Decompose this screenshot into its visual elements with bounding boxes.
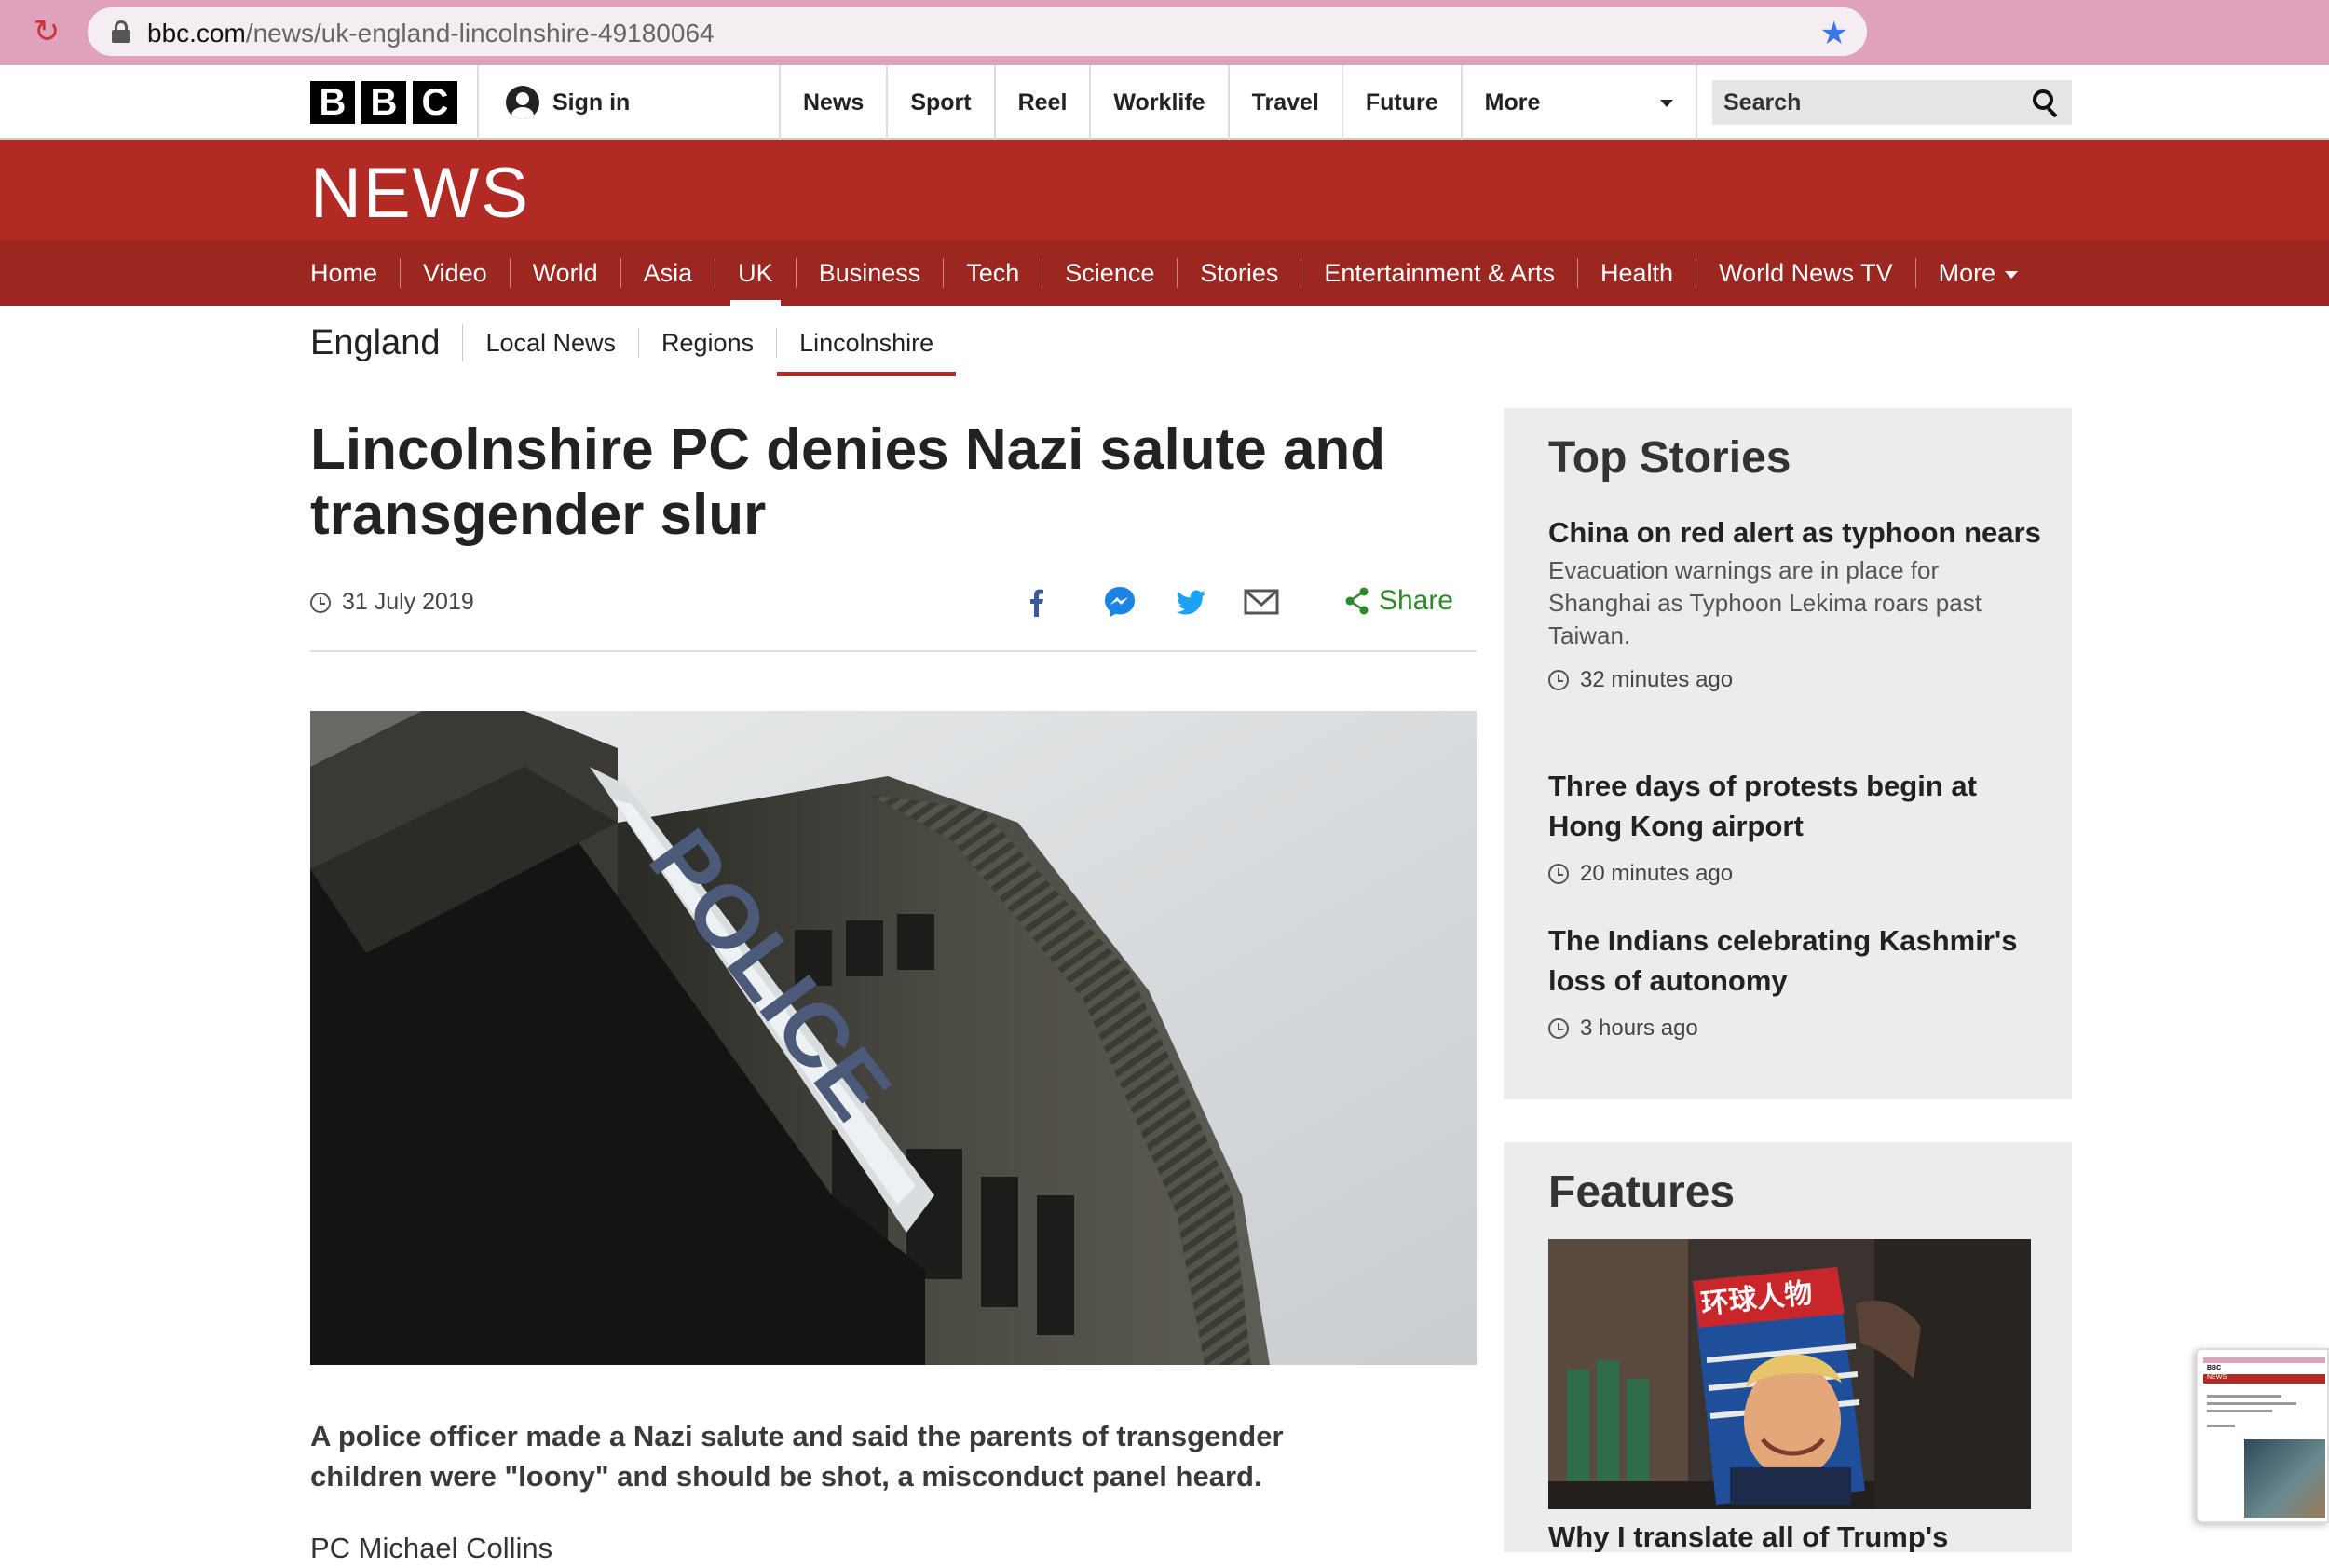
user-icon — [506, 86, 539, 119]
bbc-top-nav: News Sport Reel Worklife Travel Future M… — [779, 65, 1697, 140]
url-text[interactable]: bbc.com/news/uk-england-lincolnshire-491… — [147, 19, 715, 48]
sign-in-link[interactable]: Sign in — [506, 82, 630, 123]
news-nav-uk[interactable]: UK — [715, 258, 796, 306]
subnav-regions[interactable]: Regions — [639, 328, 778, 358]
search-input[interactable]: Search — [1712, 80, 2072, 125]
story-item: China on red alert as typhoon nears Evac… — [1548, 512, 2042, 693]
police-station-photo: POLICE — [310, 711, 1477, 1365]
top-nav-worklife[interactable]: Worklife — [1089, 65, 1227, 140]
divider — [477, 65, 479, 140]
browser-toolbar: ↻ bbc.com/news/uk-england-lincolnshire-4… — [0, 0, 2329, 65]
top-nav-sport[interactable]: Sport — [886, 65, 993, 140]
region-subnav: England Local News Regions Lincolnshire — [310, 313, 957, 376]
top-stories-title: Top Stories — [1548, 433, 1791, 483]
caret-down-icon — [1659, 100, 1673, 107]
news-nav-tech[interactable]: Tech — [943, 258, 1042, 288]
bbc-masthead: B B C Sign in News Sport Reel Worklife T… — [0, 65, 2329, 140]
article-headline: Lincolnshire PC denies Nazi salute and t… — [310, 417, 1386, 547]
top-nav-future[interactable]: Future — [1341, 65, 1461, 140]
story-item: Three days of protests begin at Hong Kon… — [1548, 766, 2042, 887]
story-time: 20 minutes ago — [1548, 861, 2042, 887]
share-tools: Share — [1015, 579, 1453, 624]
subnav-local-news[interactable]: Local News — [463, 328, 640, 358]
caret-down-icon — [2005, 270, 2019, 279]
clock-icon — [1548, 864, 1569, 884]
story-summary: Evacuation warnings are in place for Sha… — [1548, 556, 1982, 649]
facebook-icon[interactable] — [1025, 579, 1047, 624]
top-nav-news[interactable]: News — [779, 65, 886, 140]
story-time: 32 minutes ago — [1548, 667, 2042, 693]
share-icon — [1345, 587, 1369, 615]
news-nav-world[interactable]: World — [509, 258, 620, 288]
features-title: Features — [1548, 1167, 1736, 1217]
news-wordmark[interactable]: NEWS — [310, 153, 530, 234]
lock-icon[interactable] — [112, 20, 130, 43]
bookmark-star-icon[interactable]: ★ — [1820, 15, 1848, 52]
search-icon[interactable] — [2033, 89, 2058, 118]
story-title[interactable]: The Indians celebrating Kashmir's loss o… — [1548, 920, 2042, 1001]
news-nav-video[interactable]: Video — [400, 258, 510, 288]
divider — [310, 650, 1477, 652]
top-nav-more[interactable]: More — [1460, 65, 1697, 140]
story-title[interactable]: Three days of protests begin at Hong Kon… — [1548, 766, 2042, 846]
story-time: 3 hours ago — [1548, 1016, 2042, 1042]
magazine-photo: 环球人物 — [1548, 1239, 2031, 1509]
news-nav-stories[interactable]: Stories — [1177, 258, 1301, 288]
reload-icon[interactable]: ↻ — [28, 13, 65, 50]
news-nav-science[interactable]: Science — [1042, 258, 1177, 288]
twitter-icon[interactable] — [1172, 579, 1209, 624]
news-banner: NEWS — [0, 140, 2329, 240]
article-body: PC Michael Collins — [310, 1532, 553, 1564]
article-summary: A police officer made a Nazi salute and … — [310, 1420, 1284, 1493]
feature-image[interactable]: 环球人物 — [1548, 1239, 2031, 1509]
feature-headline[interactable]: Why I translate all of Trump's — [1548, 1517, 1948, 1552]
features-panel: Features 环球人物 Why I translate all of Tru… — [1504, 1142, 2072, 1552]
news-nav-world-news-tv[interactable]: World News TV — [1696, 258, 1915, 288]
article-hero-image: POLICE — [310, 711, 1477, 1365]
news-nav-business[interactable]: Business — [795, 258, 944, 288]
top-nav-reel[interactable]: Reel — [993, 65, 1090, 140]
region-title[interactable]: England — [310, 324, 464, 361]
screenshot-thumbnail-preview[interactable]: BBC NEWS — [2196, 1348, 2329, 1523]
article-date: 31 July 2019 — [310, 589, 474, 616]
news-nav-asia[interactable]: Asia — [620, 258, 715, 288]
top-nav-travel[interactable]: Travel — [1227, 65, 1342, 140]
story-title[interactable]: China on red alert as typhoon nears — [1548, 512, 2042, 552]
messenger-icon[interactable] — [1101, 579, 1138, 624]
news-nav-entertainment-arts[interactable]: Entertainment & Arts — [1301, 258, 1577, 288]
news-nav-home[interactable]: Home — [310, 258, 400, 288]
news-nav-more[interactable]: More — [1914, 258, 2041, 288]
subnav-lincolnshire[interactable]: Lincolnshire — [777, 328, 957, 376]
share-button[interactable]: Share — [1345, 585, 1453, 617]
news-nav: Home Video World Asia UK Business Tech S… — [0, 240, 2329, 306]
thumbnail-wordmark: NEWS — [2207, 1374, 2227, 1381]
clock-icon — [1548, 670, 1569, 690]
clock-icon — [1548, 1018, 1569, 1039]
top-stories-panel: Top Stories China on red alert as typhoo… — [1504, 408, 2072, 1099]
address-bar[interactable]: bbc.com/news/uk-england-lincolnshire-491… — [88, 7, 1867, 56]
thumbnail-logo: BBC — [2207, 1365, 2222, 1371]
email-icon[interactable] — [1243, 579, 1280, 624]
clock-icon — [310, 592, 331, 613]
news-nav-health[interactable]: Health — [1577, 258, 1696, 288]
bbc-logo[interactable]: B B C — [310, 81, 457, 124]
story-item: The Indians celebrating Kashmir's loss o… — [1548, 920, 2042, 1042]
